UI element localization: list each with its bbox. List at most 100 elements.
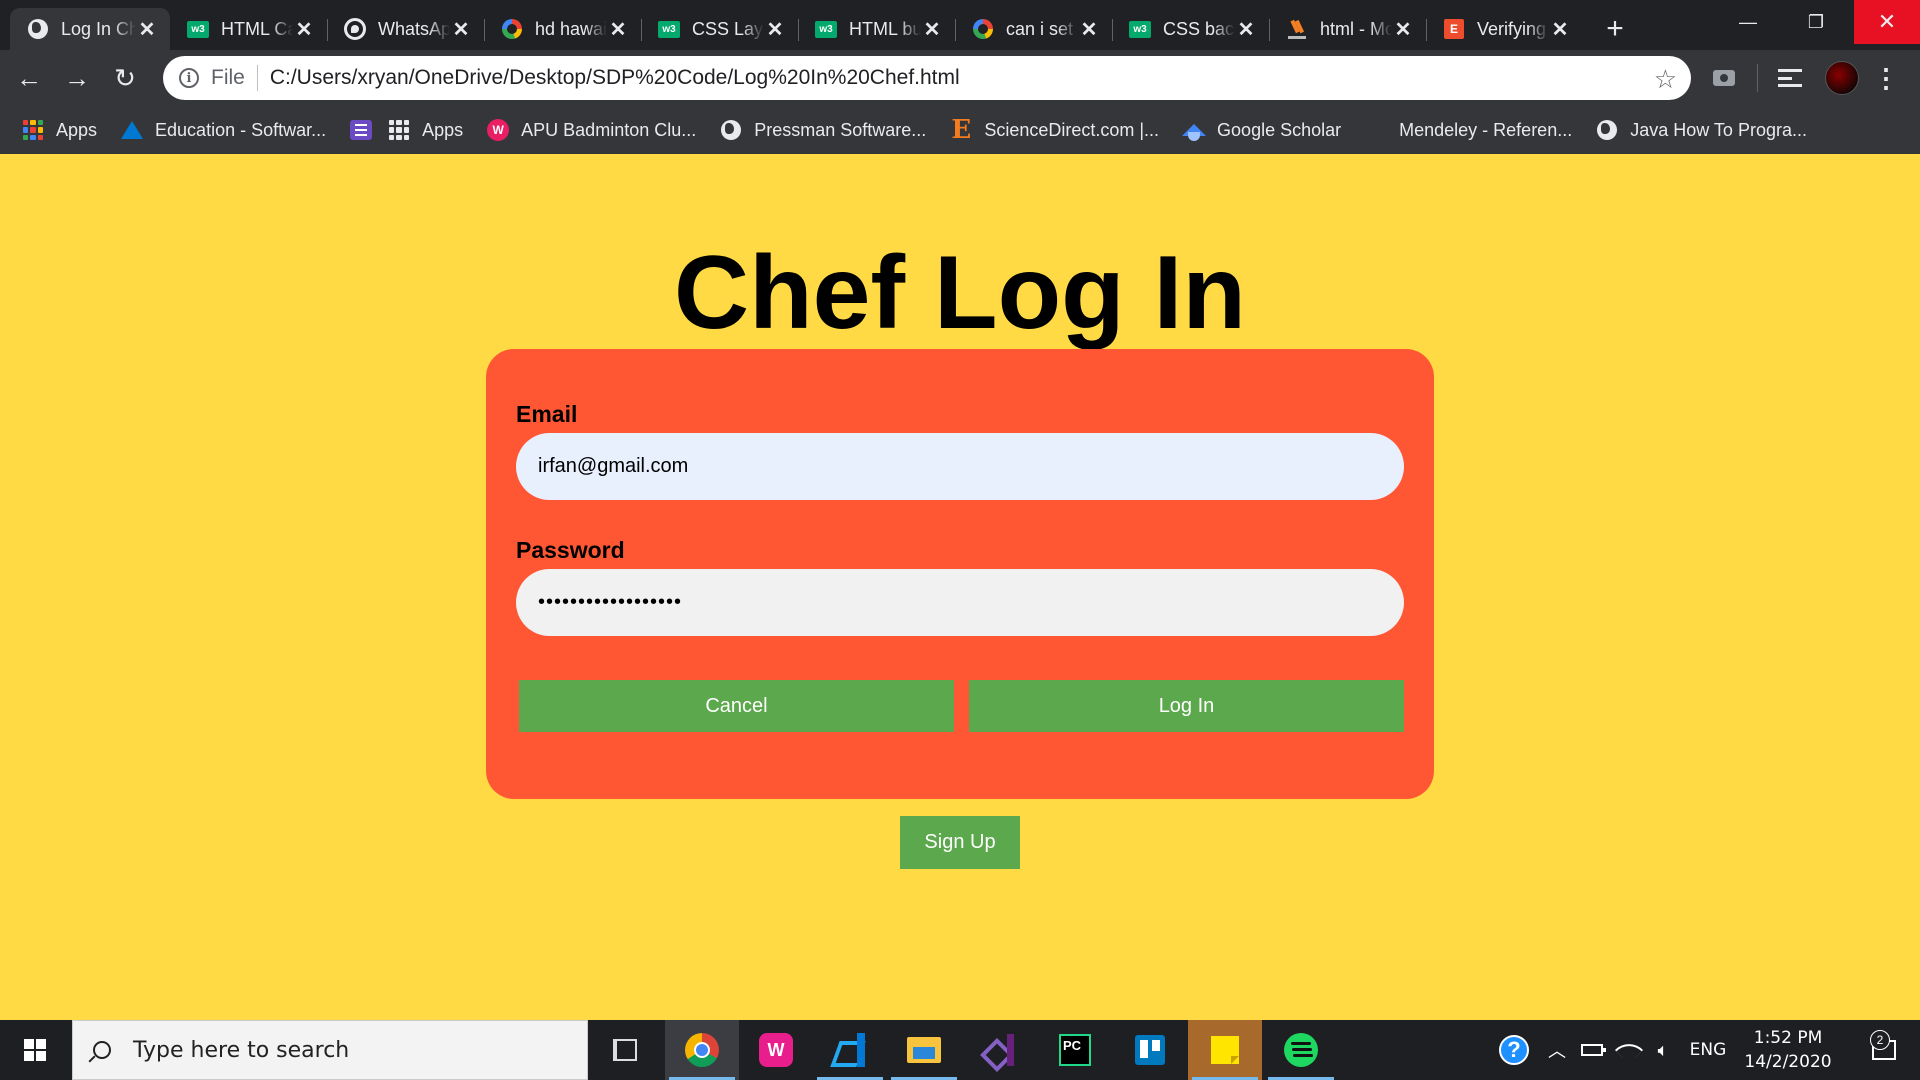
taskbar-sticky-notes[interactable]	[1188, 1020, 1262, 1080]
bookmark-google-scholar[interactable]: Google Scholar	[1182, 119, 1342, 141]
forward-button[interactable]: →	[54, 58, 100, 98]
help-tray-button[interactable]: ?	[1494, 1020, 1534, 1080]
bookmark-apps[interactable]: Apps	[22, 119, 97, 141]
apps-grid-icon	[388, 119, 410, 141]
task-view-button[interactable]	[588, 1020, 662, 1080]
kebab-menu-icon: ⋮	[1873, 62, 1899, 93]
close-icon[interactable]: ✕	[764, 18, 786, 41]
address-bar[interactable]: i File C:/Users/xryan/OneDrive/Desktop/S…	[163, 56, 1691, 100]
close-icon[interactable]: ✕	[1549, 18, 1571, 41]
bookmark-pressman[interactable]: Pressman Software...	[720, 119, 926, 141]
window-close-button[interactable]: ✕	[1854, 0, 1920, 44]
network-tray[interactable]	[1614, 1020, 1644, 1080]
login-card: Email Password Cancel Log In	[486, 349, 1434, 799]
tab-title: CSS Layout	[692, 18, 764, 39]
new-tab-button[interactable]: +	[1589, 8, 1641, 50]
tab-whatsapp[interactable]: WhatsApp ✕	[327, 8, 484, 50]
folder-icon	[907, 1037, 941, 1063]
url-text[interactable]: C:/Users/xryan/OneDrive/Desktop/SDP%20Co…	[270, 66, 960, 90]
vscode-icon	[833, 1033, 867, 1067]
w3schools-icon: w3	[658, 18, 680, 40]
reload-button[interactable]: ↻	[102, 58, 148, 98]
tab-can-i-set[interactable]: can i set ✕	[955, 8, 1112, 50]
tab-html-stackoverflow[interactable]: html - Mo ✕	[1269, 8, 1426, 50]
menu-button[interactable]: ⋮	[1868, 58, 1904, 98]
taskbar-spotify[interactable]	[1264, 1020, 1338, 1080]
close-icon[interactable]: ✕	[136, 18, 158, 41]
password-field[interactable]	[516, 569, 1404, 636]
visual-studio-icon	[982, 1034, 1014, 1066]
restore-button[interactable]: ❐	[1782, 0, 1850, 44]
back-button[interactable]: ←	[6, 58, 52, 98]
bookmark-label: APU Badminton Clu...	[521, 119, 697, 140]
tab-html-button[interactable]: w3 HTML button ✕	[798, 8, 955, 50]
divider	[1757, 64, 1758, 92]
taskbar-pycharm[interactable]: PC	[1038, 1020, 1112, 1080]
tab-hd-hawaii[interactable]: hd hawaii ✕	[484, 8, 641, 50]
tab-log-in-chef[interactable]: Log In Chef ✕	[10, 8, 170, 50]
tab-title: html - Mo	[1320, 18, 1392, 39]
close-icon[interactable]: ✕	[450, 18, 472, 41]
close-icon[interactable]: ✕	[1235, 18, 1257, 41]
bookmark-label: Google Scholar	[1217, 119, 1342, 140]
tab-title: HTML button	[849, 18, 921, 39]
taskbar-trello[interactable]	[1113, 1020, 1187, 1080]
log-in-button[interactable]: Log In	[969, 680, 1404, 732]
tab-css-background[interactable]: w3 CSS background ✕	[1112, 8, 1269, 50]
bookmark-apu-badminton[interactable]: W APU Badminton Clu...	[487, 119, 696, 141]
e-icon: E	[1443, 18, 1465, 40]
bookmark-java-how-to[interactable]: Java How To Progra...	[1596, 119, 1807, 141]
close-icon[interactable]: ✕	[1392, 18, 1414, 41]
minimize-button[interactable]: —	[1714, 0, 1782, 44]
tab-html-card[interactable]: w3 HTML Card ✕	[170, 8, 327, 50]
media-queue-icon	[1778, 69, 1802, 87]
close-icon[interactable]: ✕	[1078, 18, 1100, 41]
star-icon[interactable]: ☆	[1654, 64, 1677, 95]
camera-icon	[1713, 70, 1735, 86]
tab-verifying[interactable]: E Verifying ✕	[1426, 8, 1583, 50]
sign-up-button[interactable]: Sign Up	[900, 816, 1020, 869]
profile-button[interactable]	[1820, 58, 1864, 98]
screenshot-button[interactable]	[1702, 58, 1746, 98]
apps-icon	[22, 119, 44, 141]
taskbar-clock[interactable]: 1:52 PM 14/2/2020	[1728, 1026, 1848, 1074]
bookmark-list[interactable]	[350, 119, 373, 141]
chevron-up-icon: ︿	[1548, 1041, 1566, 1061]
info-icon[interactable]: i	[179, 68, 199, 88]
tab-title: Verifying	[1477, 18, 1547, 39]
battery-icon	[1581, 1044, 1606, 1056]
search-placeholder: Type here to search	[133, 1037, 350, 1063]
tab-css-layout[interactable]: w3 CSS Layout ✕	[641, 8, 798, 50]
taskbar-chrome[interactable]	[665, 1020, 739, 1080]
email-field[interactable]	[516, 433, 1404, 500]
bookmark-mendeley[interactable]: Mendeley - Referen...	[1365, 119, 1572, 141]
volume-tray[interactable]: 🔈︎	[1648, 1020, 1678, 1080]
clock-date: 14/2/2020	[1744, 1052, 1832, 1072]
close-icon[interactable]: ✕	[921, 18, 943, 41]
chrome-icon	[685, 1033, 719, 1067]
close-icon[interactable]: ✕	[293, 18, 315, 41]
taskbar-file-explorer[interactable]	[887, 1020, 961, 1080]
bookmark-sciencedirect[interactable]: E ScienceDirect.com |...	[950, 115, 1159, 145]
arrow-right-icon: →	[64, 62, 90, 93]
taskbar-wampserver[interactable]: W	[739, 1020, 813, 1080]
taskbar-vscode[interactable]	[813, 1020, 887, 1080]
taskbar-search[interactable]: Type here to search	[72, 1020, 588, 1080]
battery-tray[interactable]	[1576, 1020, 1608, 1080]
action-center-button[interactable]: 2	[1858, 1020, 1910, 1080]
language-indicator[interactable]: ENG	[1682, 1020, 1734, 1080]
bookmark-education[interactable]: Education - Softwar...	[121, 119, 326, 141]
close-icon[interactable]: ✕	[607, 18, 629, 41]
show-hidden-icons-button[interactable]: ︿	[1542, 1020, 1572, 1080]
bookmark-apps-2[interactable]: Apps	[388, 119, 463, 141]
whatsapp-icon	[344, 18, 366, 40]
w3schools-icon: w3	[187, 18, 209, 40]
start-button[interactable]	[0, 1020, 70, 1080]
taskbar-visual-studio[interactable]	[961, 1020, 1035, 1080]
cancel-button[interactable]: Cancel	[519, 680, 954, 732]
list-icon	[350, 119, 373, 141]
tab-strip: Log In Chef ✕ w3 HTML Card ✕ WhatsApp ✕ …	[0, 0, 1920, 50]
media-control-button[interactable]	[1768, 58, 1812, 98]
url-scheme: File	[211, 66, 245, 89]
google-icon	[501, 18, 523, 40]
